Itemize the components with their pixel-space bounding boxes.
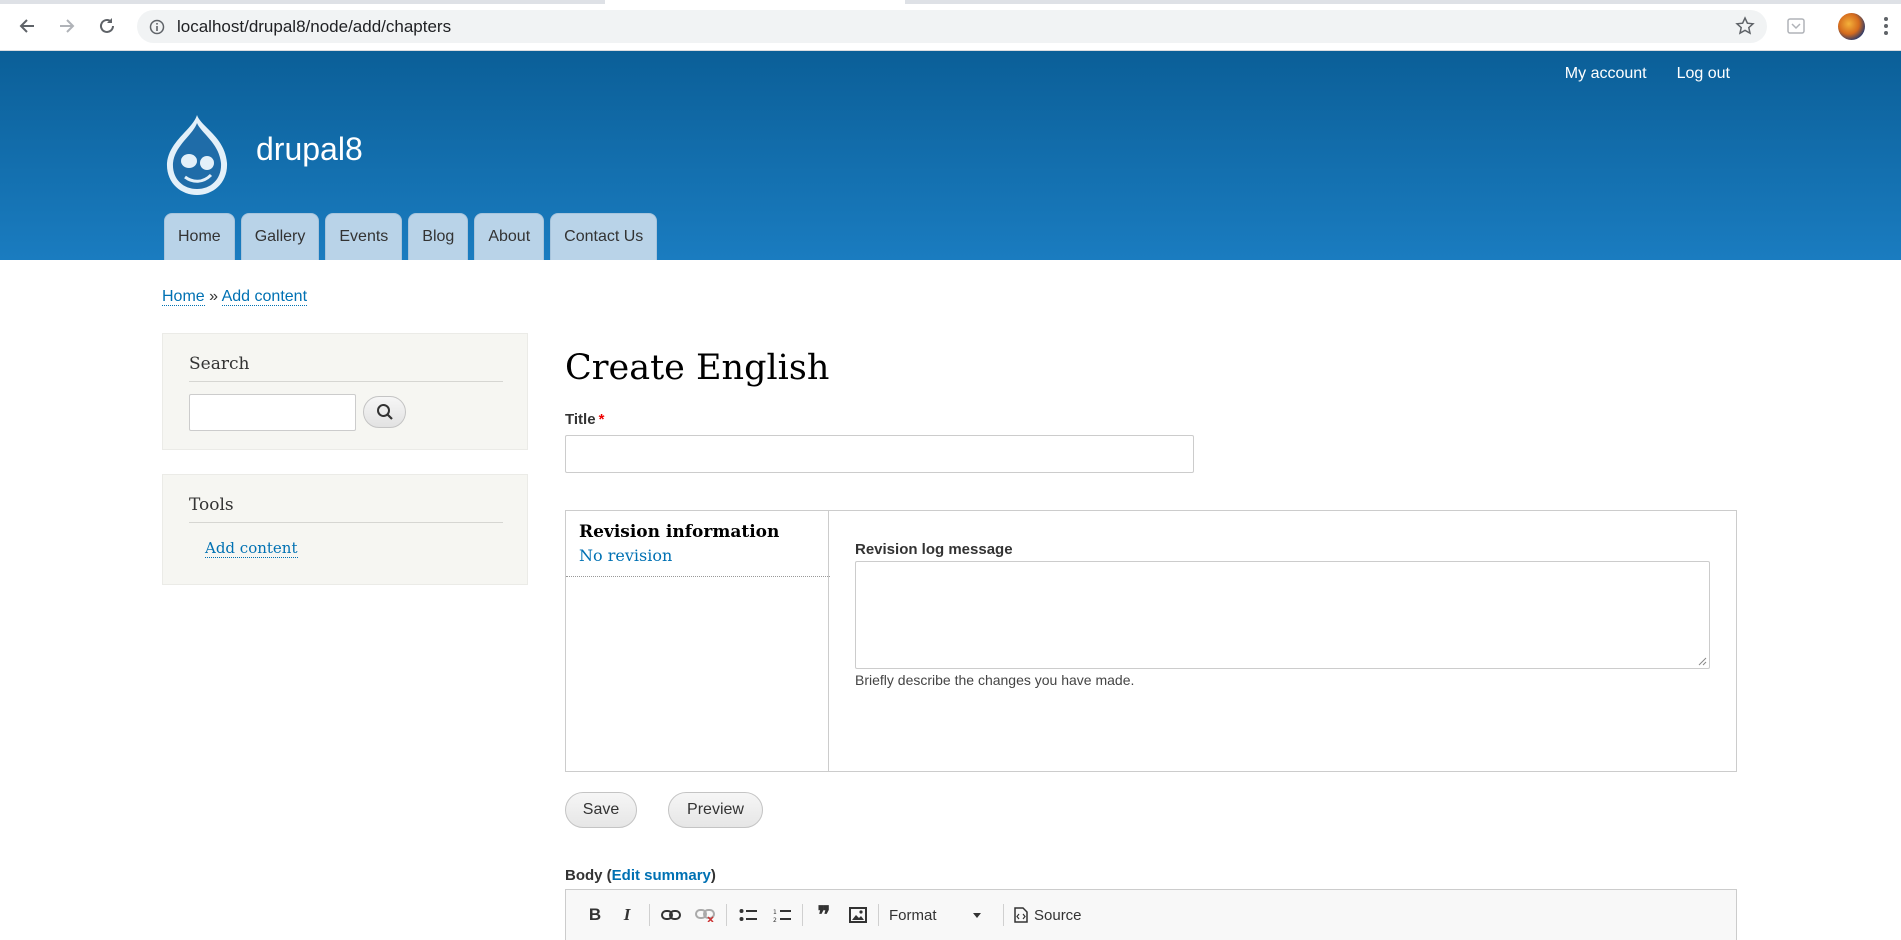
main-menu-events[interactable]: Events [325, 213, 403, 260]
main-menu: Home Gallery Events Blog About Contact U… [164, 213, 658, 260]
svg-text:1: 1 [773, 909, 777, 916]
source-icon [1014, 907, 1028, 923]
browser-toolbar: localhost/drupal8/node/add/chapters [0, 0, 1901, 51]
save-button[interactable]: Save [565, 792, 637, 828]
italic-button[interactable]: I [620, 904, 634, 926]
active-tab[interactable] [605, 0, 905, 4]
extension-icon[interactable] [1786, 16, 1806, 36]
resize-grip-icon[interactable] [1697, 656, 1707, 666]
back-icon[interactable] [14, 13, 40, 39]
toolbar-separator [726, 904, 727, 926]
required-mark: * [598, 411, 605, 428]
title-label: Title * [565, 411, 604, 428]
my-account-link[interactable]: My account [1565, 65, 1647, 83]
drupal-logo[interactable] [161, 113, 233, 197]
search-input[interactable] [189, 394, 356, 431]
svg-text:2: 2 [773, 917, 777, 922]
link-icon[interactable] [660, 904, 682, 926]
chevron-down-icon [972, 912, 981, 918]
source-button-label: Source [1034, 906, 1082, 924]
image-icon[interactable] [848, 904, 868, 926]
unlink-icon[interactable] [694, 904, 716, 926]
body-label-text: Body [565, 867, 603, 884]
revision-log-textarea[interactable] [855, 561, 1710, 669]
blockquote-button[interactable]: ❞ [813, 902, 835, 929]
body-label: Body (Edit summary) [565, 867, 716, 884]
bookmark-star-icon[interactable] [1735, 16, 1755, 36]
breadcrumb: Home » Add content [162, 288, 308, 306]
log-out-link[interactable]: Log out [1677, 65, 1730, 83]
bulleted-list-icon[interactable] [738, 904, 758, 926]
secondary-menu: My account Log out [1565, 65, 1730, 83]
page-title: Create English [565, 348, 830, 388]
numbered-list-icon[interactable]: 12 [772, 904, 792, 926]
editor-toolbar: B I 12 ❞ Format Source [565, 889, 1737, 940]
toolbar-separator [649, 904, 650, 926]
tab-strip [0, 0, 1901, 4]
body-close-paren: ) [710, 867, 716, 884]
source-button[interactable]: Source [1014, 904, 1094, 926]
tools-block: Tools Add content [162, 474, 528, 585]
toolbar-separator [802, 904, 803, 926]
reload-icon[interactable] [94, 13, 120, 39]
address-bar[interactable]: localhost/drupal8/node/add/chapters [137, 10, 1767, 43]
profile-avatar[interactable] [1838, 13, 1865, 40]
format-dropdown-label: Format [889, 906, 937, 924]
toolbar-separator [878, 904, 879, 926]
info-icon[interactable] [149, 19, 165, 35]
search-block-title: Search [189, 354, 503, 382]
title-input[interactable] [565, 435, 1194, 473]
revision-log-help: Briefly describe the changes you have ma… [855, 672, 1135, 688]
main-menu-about[interactable]: About [474, 213, 545, 260]
breadcrumb-add-content-link[interactable]: Add content [221, 288, 308, 306]
url-text[interactable]: localhost/drupal8/node/add/chapters [177, 17, 451, 37]
search-block: Search [162, 333, 528, 450]
breadcrumb-home-link[interactable]: Home [162, 288, 205, 306]
revision-tab-summary: No revision [579, 546, 673, 565]
toolbar-separator [1003, 904, 1004, 926]
bold-button[interactable]: B [586, 904, 604, 926]
preview-button[interactable]: Preview [668, 792, 763, 828]
revision-tab-title: Revision information [579, 522, 780, 542]
browser-menu-icon[interactable] [1882, 15, 1890, 37]
search-button[interactable] [363, 396, 406, 428]
tools-add-content-link[interactable]: Add content [205, 539, 298, 558]
forward-icon[interactable] [54, 13, 80, 39]
revision-tab[interactable]: Revision information No revision [566, 511, 830, 577]
search-icon [376, 404, 393, 420]
main-menu-contact-us[interactable]: Contact Us [550, 213, 658, 260]
tools-block-title: Tools [189, 495, 503, 523]
site-header: My account Log out drupal8 Home Gallery … [0, 51, 1901, 260]
main-menu-gallery[interactable]: Gallery [240, 213, 320, 260]
format-dropdown[interactable]: Format [889, 904, 999, 926]
breadcrumb-separator: » [209, 288, 219, 305]
main-menu-blog[interactable]: Blog [408, 213, 469, 260]
main-menu-home[interactable]: Home [164, 213, 235, 260]
site-name[interactable]: drupal8 [256, 131, 363, 168]
revision-log-label: Revision log message [855, 541, 1013, 558]
edit-summary-link[interactable]: Edit summary [612, 867, 711, 884]
title-label-text: Title [565, 411, 596, 428]
